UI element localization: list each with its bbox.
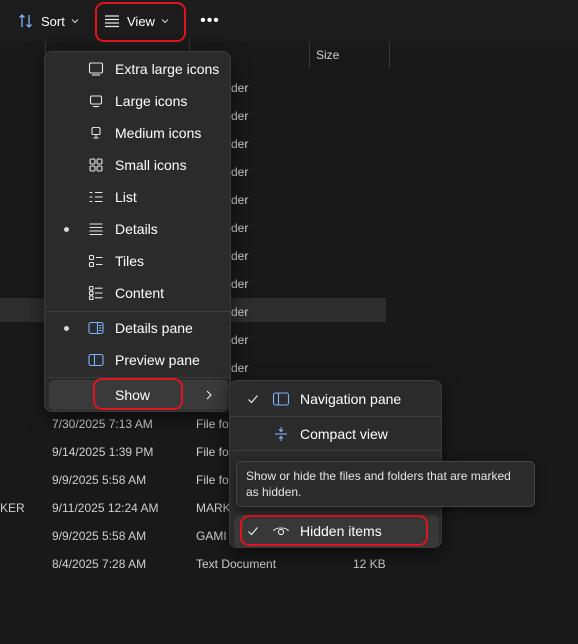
hidden-items-tooltip: Show or hide the files and folders that …: [236, 461, 535, 507]
menu-separator: [231, 450, 442, 451]
monitor-small-icon: [89, 95, 103, 108]
type-cell: der: [231, 137, 249, 151]
type-cell: der: [231, 305, 249, 319]
menu-item-label: Tiles: [115, 253, 145, 269]
type-cell: der: [231, 165, 249, 179]
details-pane-icon: [88, 321, 104, 335]
menu-item-navigation-pane[interactable]: Navigation pane: [234, 383, 439, 415]
chevron-down-icon: [161, 19, 169, 24]
type-cell: GAMI: [196, 529, 227, 543]
menu-item-label: Content: [115, 285, 165, 301]
menu-item-show[interactable]: Show: [49, 380, 228, 410]
menu-item-large-icons[interactable]: Large icons: [49, 86, 228, 116]
menu-item-label: Medium icons: [115, 125, 202, 141]
type-cell: der: [231, 81, 249, 95]
menu-item-preview-pane[interactable]: Preview pane: [49, 345, 228, 375]
compact-view-icon: [275, 427, 287, 441]
type-cell: der: [231, 333, 249, 347]
eye-icon: [273, 527, 289, 536]
menu-separator: [46, 377, 231, 378]
menu-item-label: Compact view: [300, 426, 388, 442]
type-cell: MARK: [196, 501, 231, 515]
menu-item-label: Show: [115, 387, 151, 403]
type-cell: der: [231, 277, 249, 291]
view-lines-icon: [105, 15, 119, 28]
menu-item-extra-large-icons[interactable]: Extra large icons: [49, 54, 228, 84]
type-cell: File fo: [196, 445, 229, 459]
menu-separator: [46, 311, 231, 312]
menu-item-hidden-items[interactable]: Hidden items: [234, 515, 439, 547]
size-cell: 12 KB: [353, 557, 386, 571]
menu-item-small-icons[interactable]: Small icons: [49, 150, 228, 180]
menu-item-content[interactable]: Content: [49, 278, 228, 308]
column-divider: [309, 42, 310, 68]
date-cell: 9/11/2025 12:24 AM: [52, 501, 159, 515]
column-header-size[interactable]: Size: [316, 42, 339, 68]
type-cell: der: [231, 193, 249, 207]
list-icon: [89, 191, 103, 203]
menu-item-compact-view[interactable]: Compact view: [234, 418, 439, 450]
type-cell: der: [231, 109, 249, 123]
view-button[interactable]: View: [104, 11, 169, 31]
more-options-button[interactable]: •••: [199, 11, 221, 31]
type-cell: Text Document: [196, 557, 277, 571]
menu-item-label: Hidden items: [300, 523, 382, 539]
type-cell: File fo: [196, 417, 229, 431]
menu-item-medium-icons[interactable]: Medium icons: [49, 118, 228, 148]
menu-item-label: Navigation pane: [300, 391, 402, 407]
command-bar: Sort View •••: [0, 0, 578, 42]
menu-item-label: Extra large icons: [115, 61, 220, 77]
column-divider: [389, 42, 390, 68]
preview-pane-icon: [88, 353, 104, 367]
menu-item-tiles[interactable]: Tiles: [49, 246, 228, 276]
sort-icon: [19, 14, 32, 28]
menu-item-label: Details: [115, 221, 158, 237]
tooltip-text: Show or hide the files and folders that …: [246, 469, 511, 499]
date-cell: 8/4/2025 7:28 AM: [52, 557, 147, 571]
chevron-down-icon: [71, 19, 79, 24]
date-cell: 9/14/2025 1:39 PM: [52, 445, 154, 459]
menu-separator: [231, 416, 442, 417]
details-icon: [89, 223, 103, 236]
menu-item-details[interactable]: Details: [49, 214, 228, 244]
checkmark-icon: [248, 395, 258, 404]
sort-button[interactable]: Sort: [18, 11, 79, 31]
date-cell: 9/9/2025 5:58 AM: [52, 473, 147, 487]
menu-item-label: List: [115, 189, 137, 205]
type-cell: der: [231, 221, 249, 235]
menu-item-label: Large icons: [115, 93, 188, 109]
type-cell: der: [231, 249, 249, 263]
menu-item-details-pane[interactable]: Details pane: [49, 313, 228, 343]
view-menu: Extra large icons Large icons Medium ico…: [44, 51, 231, 412]
checkmark-icon: [248, 527, 258, 536]
date-cell: 7/30/2025 7:13 AM: [52, 417, 153, 431]
monitor-icon: [88, 62, 104, 76]
selected-bullet-icon: [64, 326, 69, 331]
sort-label: Sort: [41, 13, 65, 29]
menu-item-list[interactable]: List: [49, 182, 228, 212]
view-label: View: [127, 13, 155, 29]
name-cell: KER: [0, 501, 25, 515]
type-cell: File fo: [196, 473, 229, 487]
date-cell: 9/9/2025 5:58 AM: [52, 529, 147, 543]
monitor-stand-icon: [91, 126, 101, 139]
menu-item-label: Details pane: [115, 320, 193, 336]
menu-item-label: Preview pane: [115, 352, 200, 368]
menu-item-label: Small icons: [115, 157, 187, 173]
type-cell: der: [231, 361, 249, 375]
selected-bullet-icon: [64, 227, 69, 232]
chevron-right-icon: [206, 390, 212, 400]
tiles-icon: [88, 254, 103, 268]
grid-icon: [89, 158, 103, 172]
content-icon: [88, 285, 103, 301]
more-icon: •••: [200, 12, 220, 29]
navigation-pane-icon: [272, 392, 290, 406]
